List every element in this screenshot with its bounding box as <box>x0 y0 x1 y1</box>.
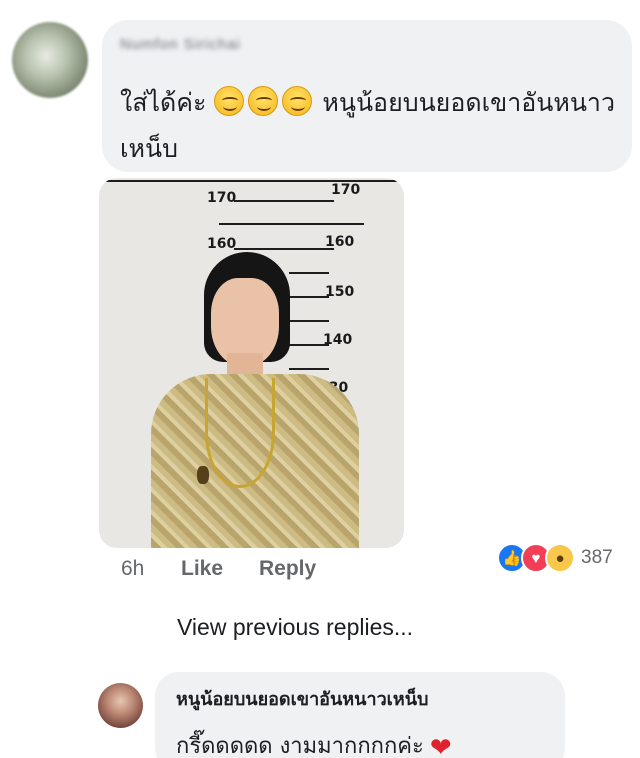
pendant <box>197 466 209 484</box>
smiling-face-icon <box>282 86 313 116</box>
comment-photo[interactable]: 170 170 160 160 150 140 130 <box>99 178 404 548</box>
reply-text-content: กรี๊ดดดดด งามมากกกกค่ะ <box>176 734 424 758</box>
reply-author-avatar[interactable] <box>98 683 143 728</box>
commenter-avatar[interactable] <box>12 22 88 98</box>
comment-author-name[interactable]: Numfon Sirichai <box>120 36 241 53</box>
height-marker: 150 <box>325 284 355 300</box>
gold-necklace <box>205 378 275 488</box>
height-chart-line <box>219 223 364 225</box>
comment-timestamp[interactable]: 6h <box>121 557 144 581</box>
height-chart-line <box>289 320 329 322</box>
like-button[interactable]: Like <box>181 557 223 581</box>
height-chart-line <box>289 296 329 298</box>
height-marker: 140 <box>323 332 353 348</box>
reply-button[interactable]: Reply <box>259 557 316 581</box>
height-chart-line <box>289 272 329 274</box>
height-marker: 170 <box>207 190 237 206</box>
reactions-summary[interactable]: 👍 ♥ ● 387 <box>497 540 613 576</box>
reply-author-name[interactable]: หนูน้อยบนยอดเขาอันหนาวเหน็บ <box>176 684 428 713</box>
height-marker: 170 <box>331 182 361 198</box>
height-chart-line <box>234 248 334 250</box>
reply-text: กรี๊ดดดดด งามมากกกกค่ะ ❤ <box>176 728 452 758</box>
view-previous-replies-link[interactable]: View previous replies... <box>177 614 413 641</box>
height-chart-line <box>234 200 334 202</box>
wow-reaction-icon: ● <box>545 543 575 573</box>
smiling-face-icon <box>214 86 245 116</box>
comment-text-start: ใส่ได้ค่ะ <box>120 88 207 117</box>
height-marker: 160 <box>325 234 355 250</box>
reaction-count: 387 <box>581 547 613 568</box>
smiling-face-icon <box>248 86 279 116</box>
height-chart-line <box>289 368 329 370</box>
comment-text: ใส่ได้ค่ะ หนูน้อยบนยอดเขาอันหนาวเหน็บ <box>120 80 625 172</box>
heart-icon: ❤ <box>429 733 452 758</box>
height-marker: 160 <box>207 236 237 252</box>
